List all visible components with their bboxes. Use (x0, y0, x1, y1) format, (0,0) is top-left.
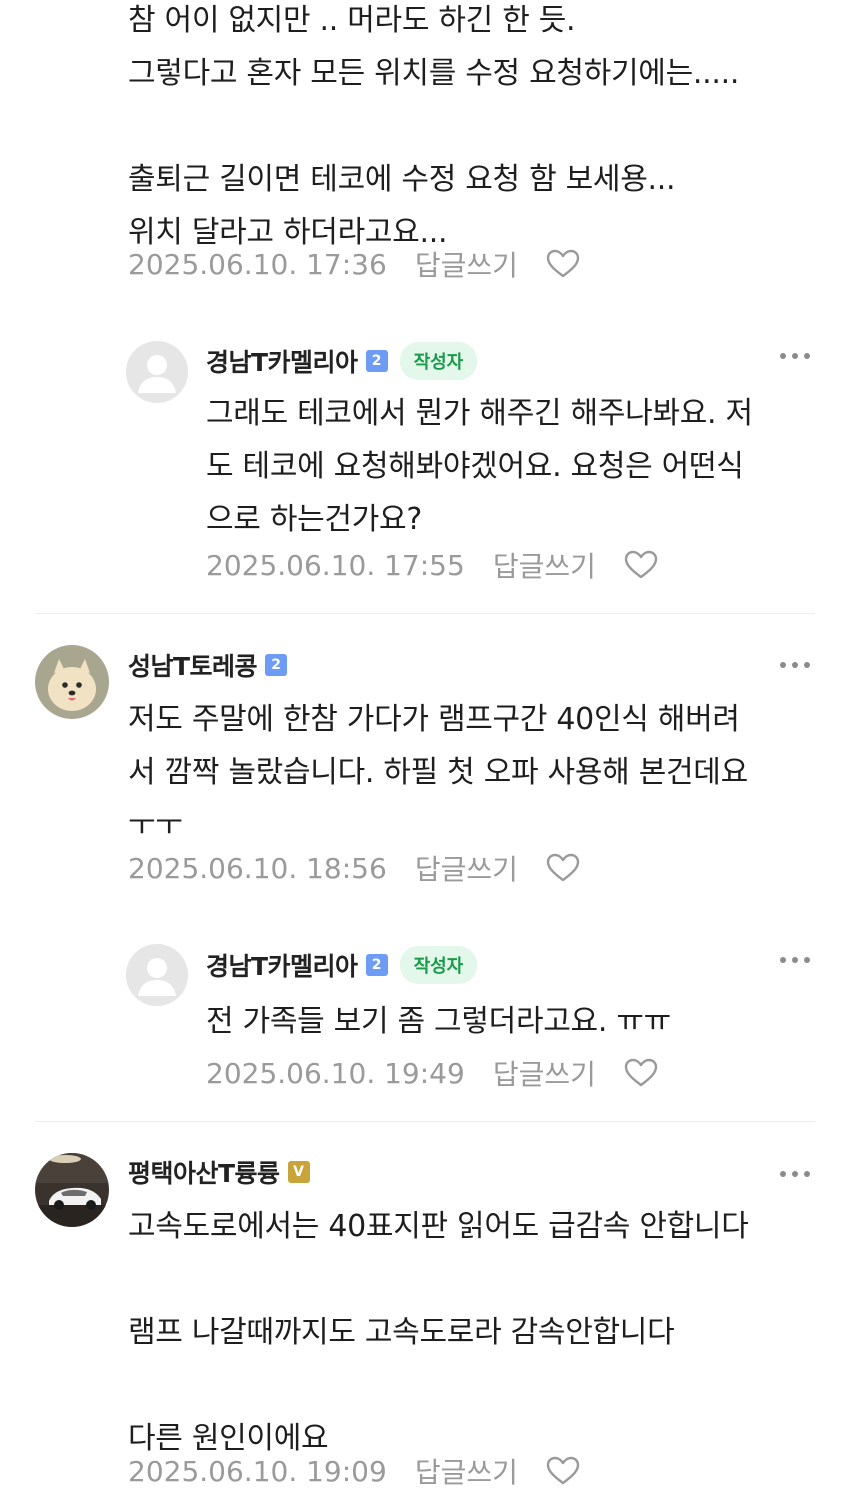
nickname[interactable]: 경남T카멜리아 (206, 343, 358, 379)
level-badge: V (287, 1161, 310, 1183)
avatar[interactable] (126, 944, 188, 1006)
comment-body: 전 가족들 보기 좀 그렇더라고요. ㅠㅠ (206, 1004, 671, 1039)
heart-icon[interactable] (624, 550, 658, 580)
comment-body: 참 어이 없지만 .. 머라도 하긴 한 듯. 그렇다고 혼자 모든 위치를 수… (128, 3, 740, 250)
more-dots-icon[interactable] (780, 655, 810, 675)
comment-header: 경남T카멜리아 2 작성자 (206, 341, 478, 381)
reply-button[interactable]: 답글쓰기 (415, 1451, 518, 1491)
avatar[interactable] (35, 1153, 109, 1227)
avatar[interactable] (126, 341, 188, 403)
avatar[interactable] (35, 645, 109, 719)
comment-body: 그래도 테코에서 뭔가 해주긴 해주나봐요. 저 도 테코에 요청해봐야겠어요.… (206, 396, 753, 537)
default-profile-icon (126, 341, 188, 403)
heart-icon[interactable] (546, 853, 580, 883)
reply-button[interactable]: 답글쓰기 (493, 545, 596, 585)
comment-body: 저도 주말에 한참 가다가 램프구간 40인식 해버려 서 깜짝 놀랐습니다. … (128, 702, 748, 843)
comment-header: 평택아산T륭륭 V (128, 1152, 310, 1192)
reply-button[interactable]: 답글쓰기 (415, 244, 518, 284)
comment-meta: 2025.06.10. 17:55 답글쓰기 (206, 545, 658, 585)
heart-icon[interactable] (624, 1058, 658, 1088)
heart-icon[interactable] (546, 1456, 580, 1486)
heart-icon[interactable] (546, 249, 580, 279)
comment-meta: 2025.06.10. 19:49 답글쓰기 (206, 1053, 658, 1093)
comment-date: 2025.06.10. 17:55 (206, 548, 465, 582)
default-profile-icon (126, 944, 188, 1006)
comment-date: 2025.06.10. 19:09 (128, 1454, 387, 1488)
comment-meta: 2025.06.10. 17:36 답글쓰기 (128, 244, 580, 284)
comment-meta: 2025.06.10. 19:09 답글쓰기 (128, 1451, 580, 1491)
reply-button[interactable]: 답글쓰기 (493, 1053, 596, 1093)
comment-date: 2025.06.10. 19:49 (206, 1056, 465, 1090)
car-avatar-icon (35, 1153, 109, 1227)
reply-button[interactable]: 답글쓰기 (415, 848, 518, 888)
comment-header: 경남T카멜리아 2 작성자 (206, 945, 478, 985)
comment-body: 고속도로에서는 40표지판 읽어도 급감속 안합니다 램프 나갈때까지도 고속도… (128, 1209, 749, 1456)
more-dots-icon[interactable] (780, 950, 810, 970)
divider (35, 613, 815, 614)
nickname[interactable]: 성남T토레콩 (128, 647, 258, 683)
comment-date: 2025.06.10. 17:36 (128, 247, 387, 281)
comment-date: 2025.06.10. 18:56 (128, 851, 387, 885)
level-badge: 2 (365, 954, 388, 976)
level-badge: 2 (365, 350, 388, 372)
author-badge: 작성자 (399, 946, 478, 984)
nickname[interactable]: 경남T카멜리아 (206, 947, 358, 983)
divider (35, 1121, 815, 1122)
level-badge: 2 (265, 654, 288, 676)
more-dots-icon[interactable] (780, 1164, 810, 1184)
comment-meta: 2025.06.10. 18:56 답글쓰기 (128, 848, 580, 888)
author-badge: 작성자 (399, 342, 478, 380)
nickname[interactable]: 평택아산T륭륭 (128, 1154, 280, 1190)
more-dots-icon[interactable] (780, 346, 810, 366)
comment-header: 성남T토레콩 2 (128, 645, 288, 685)
pomeranian-avatar-icon (35, 645, 109, 719)
